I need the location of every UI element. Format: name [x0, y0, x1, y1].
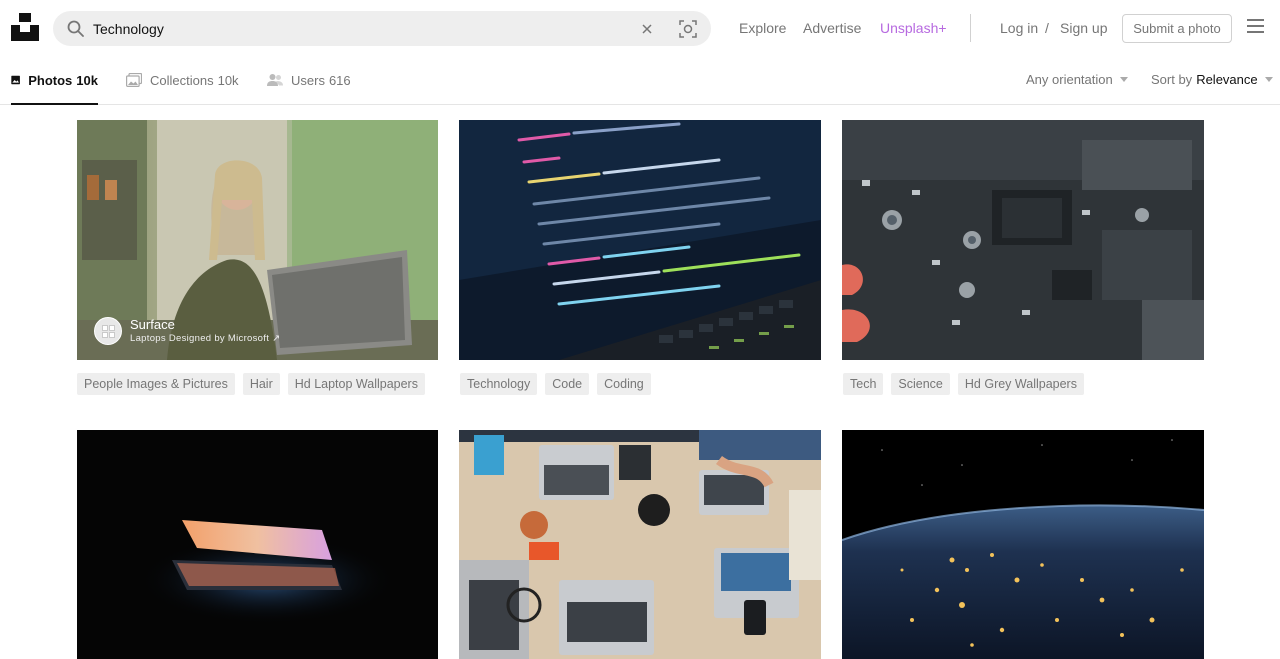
tag-chip[interactable]: People Images & Pictures	[77, 373, 235, 395]
tab-photos-label: Photos	[28, 72, 73, 88]
photo-card-earth-night[interactable]	[842, 430, 1204, 659]
photo-image	[459, 430, 821, 659]
auth-separator: /	[1045, 20, 1049, 36]
photo-image	[459, 120, 821, 360]
search-input[interactable]	[93, 11, 653, 46]
visual-search-icon[interactable]	[678, 19, 698, 39]
tab-photos[interactable]: Photos 10k	[11, 56, 98, 105]
tab-collections-count: 10k	[217, 72, 239, 88]
search-tabs-bar: Photos 10k Collections 10k Users 616 Any…	[0, 56, 1280, 105]
signup-link[interactable]: Sign up	[1060, 19, 1107, 37]
photo-card-team-desk[interactable]	[459, 430, 821, 659]
nav-advertise-link[interactable]: Advertise	[803, 19, 861, 37]
photo-tags: Tech Science Hd Grey Wallpapers	[843, 373, 1092, 395]
sponsor-badge[interactable]: Surface Laptops Designed by Microsoft ↗	[94, 317, 280, 345]
photo-icon	[11, 75, 20, 85]
orientation-filter-label: Any orientation	[1026, 72, 1113, 87]
chevron-down-icon	[1119, 77, 1128, 82]
photo-card-glowing-laptop[interactable]	[77, 430, 438, 659]
hamburger-menu-icon[interactable]	[1247, 19, 1266, 35]
search-icon[interactable]	[67, 20, 84, 37]
photo-image	[842, 430, 1204, 659]
sponsor-avatar	[94, 317, 122, 345]
tag-chip[interactable]: Code	[545, 373, 590, 395]
clear-search-icon[interactable]	[639, 21, 655, 37]
tag-chip[interactable]: Technology	[460, 373, 538, 395]
photo-image	[842, 120, 1204, 360]
windows-logo-icon	[101, 324, 115, 338]
top-header: Explore Advertise Unsplash+ Log in / Sig…	[0, 0, 1280, 56]
tab-collections-label: Collections	[150, 72, 214, 88]
sponsor-tagline-link[interactable]: Laptops Designed by Microsoft ↗	[130, 332, 280, 345]
tag-chip[interactable]: Hd Grey Wallpapers	[957, 373, 1084, 395]
orientation-filter-dropdown[interactable]: Any orientation	[1026, 72, 1128, 87]
tab-collections[interactable]: Collections 10k	[126, 56, 239, 104]
search-bar	[53, 11, 711, 46]
photo-card-circuit-board[interactable]	[842, 120, 1204, 360]
tag-chip[interactable]: Tech	[843, 373, 884, 395]
login-link[interactable]: Log in	[1000, 19, 1038, 37]
tab-users-count: 616	[328, 72, 351, 88]
photo-card-woman-laptop[interactable]: Surface Laptops Designed by Microsoft ↗	[77, 120, 438, 360]
photo-tags: People Images & Pictures Hair Hd Laptop …	[77, 373, 433, 395]
nav-explore-link[interactable]: Explore	[739, 19, 786, 37]
sort-prefix: Sort by	[1151, 72, 1193, 87]
submit-photo-button[interactable]: Submit a photo	[1122, 14, 1232, 43]
tab-photos-count: 10k	[76, 72, 98, 88]
tab-users-label: Users	[291, 72, 325, 88]
tab-users[interactable]: Users 616	[267, 56, 351, 104]
photo-card-code-laptop[interactable]	[459, 120, 821, 360]
chevron-down-icon	[1264, 77, 1273, 82]
tag-chip[interactable]: Hd Laptop Wallpapers	[287, 373, 425, 395]
tag-chip[interactable]: Science	[891, 373, 950, 395]
header-divider	[970, 14, 971, 42]
tag-chip[interactable]: Hair	[242, 373, 280, 395]
collections-icon	[126, 73, 142, 87]
unsplash-logo-icon[interactable]	[11, 13, 39, 41]
tag-chip[interactable]: Coding	[597, 373, 651, 395]
photo-tags: Technology Code Coding	[460, 373, 659, 395]
users-icon	[267, 74, 283, 86]
sort-value: Relevance	[1196, 72, 1258, 87]
sort-dropdown[interactable]: Sort by Relevance	[1151, 72, 1273, 87]
nav-unsplash-plus-link[interactable]: Unsplash+	[880, 19, 947, 37]
photo-image	[77, 430, 438, 659]
sponsor-name: Surface	[130, 317, 175, 332]
